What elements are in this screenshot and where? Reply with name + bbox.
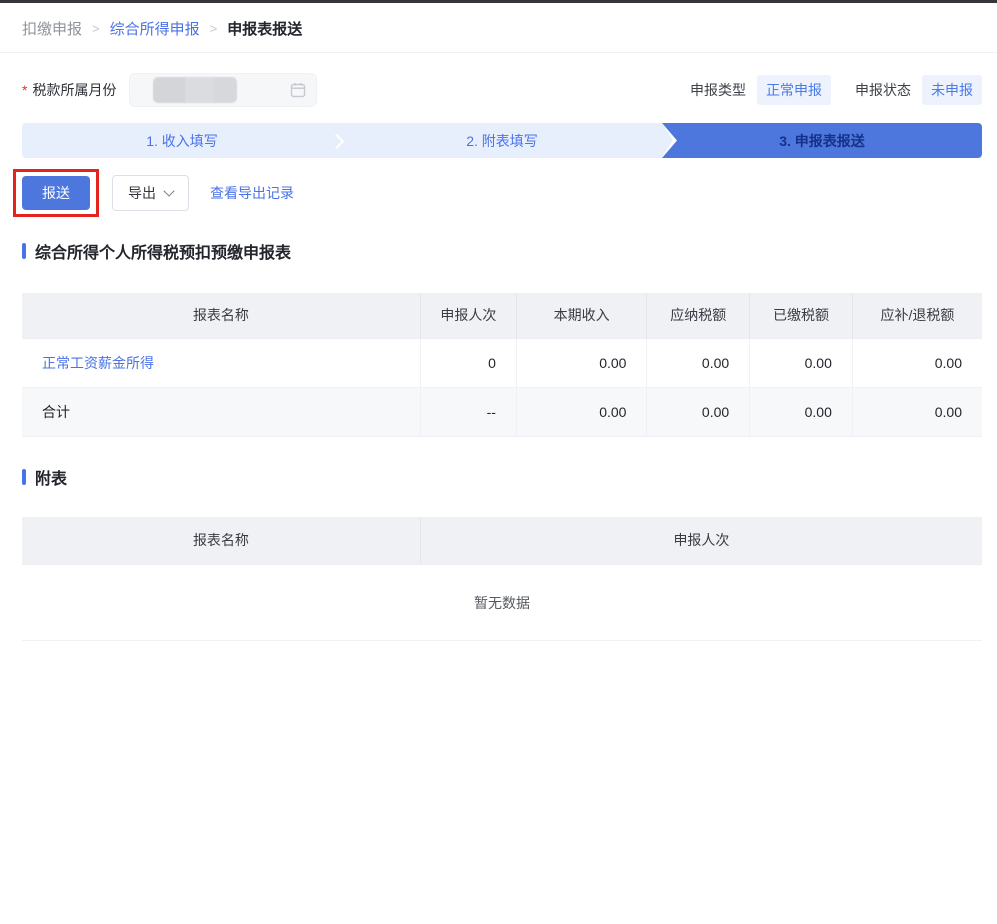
main-table-title-text: 综合所得个人所得税预扣预缴申报表 bbox=[35, 245, 292, 262]
col-declared-persons: 申报人次 bbox=[420, 516, 982, 565]
main-declaration-table: 报表名称 申报人次 本期收入 应纳税额 已缴税额 应补/退税额 正常工资薪金所得… bbox=[22, 293, 982, 437]
sub-table-wrap: 报表名称 申报人次 暂无数据 bbox=[22, 516, 982, 641]
breadcrumb-separator-icon: > bbox=[92, 21, 100, 36]
section-accent-bar bbox=[22, 243, 26, 259]
declare-status-badge: 未申报 bbox=[922, 75, 982, 105]
annotation-highlight-box: 报送 bbox=[13, 169, 99, 217]
cell-tax-due-refund: 0.00 bbox=[852, 338, 982, 388]
sub-table-header-row: 报表名称 申报人次 bbox=[22, 516, 982, 565]
chevron-down-icon bbox=[163, 185, 175, 197]
col-current-income: 本期收入 bbox=[516, 293, 648, 339]
breadcrumb: 扣缴申报 > 综合所得申报 > 申报表报送 bbox=[0, 3, 997, 52]
calendar-icon[interactable] bbox=[290, 82, 306, 98]
col-tax-due-refund: 应补/退税额 bbox=[852, 293, 982, 339]
total-tax-due-refund: 0.00 bbox=[852, 387, 982, 437]
breadcrumb-item-comprehensive-income[interactable]: 综合所得申报 bbox=[110, 18, 200, 39]
view-export-records-link[interactable]: 查看导出记录 bbox=[210, 183, 294, 203]
main-content: * 税款所属月份 申报类型 正常申报 申报状态 未申报 1. 收入填写 2. 附… bbox=[0, 73, 997, 641]
col-tax-paid: 已缴税额 bbox=[749, 293, 853, 339]
total-label: 合计 bbox=[22, 387, 421, 437]
breadcrumb-separator-icon: > bbox=[209, 21, 218, 36]
section-accent-bar bbox=[22, 468, 26, 485]
step-2-schedule-entry[interactable]: 2. 附表填写 bbox=[342, 123, 673, 158]
step-wizard: 1. 收入填写 2. 附表填写 3. 申报表报送 bbox=[22, 123, 982, 158]
col-tax-payable: 应纳税额 bbox=[646, 293, 751, 339]
step-1-label: 1. 收入填写 bbox=[146, 132, 218, 149]
cell-tax-payable: 0.00 bbox=[646, 338, 751, 388]
tax-month-input[interactable] bbox=[129, 73, 318, 107]
tax-month-label: 税款所属月份 bbox=[32, 82, 117, 98]
empty-state-text: 暂无数据 bbox=[22, 564, 982, 641]
toolbar: 报送 导出 查看导出记录 bbox=[13, 169, 982, 217]
table-total-row: 合计 -- 0.00 0.00 0.00 0.00 bbox=[22, 387, 982, 437]
total-declared-persons: -- bbox=[420, 387, 517, 437]
schedule-table: 报表名称 申报人次 暂无数据 bbox=[22, 516, 982, 641]
export-button[interactable]: 导出 bbox=[112, 175, 189, 211]
step-3-submit-return[interactable]: 3. 申报表报送 bbox=[662, 123, 982, 158]
cell-current-income: 0.00 bbox=[516, 338, 648, 388]
total-tax-payable: 0.00 bbox=[646, 387, 751, 437]
declare-status-label: 申报状态 bbox=[855, 82, 911, 98]
col-declared-persons: 申报人次 bbox=[420, 293, 517, 339]
table-row: 正常工资薪金所得 0 0.00 0.00 0.00 0.00 bbox=[22, 338, 982, 388]
main-table-header-row: 报表名称 申报人次 本期收入 应纳税额 已缴税额 应补/退税额 bbox=[22, 293, 982, 339]
breadcrumb-item-current: 申报表报送 bbox=[227, 21, 303, 38]
total-current-income: 0.00 bbox=[516, 387, 648, 437]
total-tax-paid: 0.00 bbox=[749, 387, 853, 437]
empty-state-row: 暂无数据 bbox=[22, 564, 982, 641]
breadcrumb-item-withholding[interactable]: 扣缴申报 bbox=[22, 18, 82, 39]
export-button-label: 导出 bbox=[128, 185, 156, 201]
step-3-label: 3. 申报表报送 bbox=[779, 132, 865, 149]
main-table-section-title: 综合所得个人所得税预扣预缴申报表 bbox=[22, 239, 982, 263]
declare-type-label: 申报类型 bbox=[690, 82, 746, 98]
required-mark: * bbox=[22, 82, 28, 98]
declare-type-badge: 正常申报 bbox=[757, 75, 831, 105]
submit-button[interactable]: 报送 bbox=[22, 176, 90, 210]
cell-declared-persons: 0 bbox=[420, 338, 517, 388]
col-report-name: 报表名称 bbox=[22, 293, 421, 339]
tax-month-field: * 税款所属月份 bbox=[22, 73, 318, 107]
status-group: 申报类型 正常申报 申报状态 未申报 bbox=[690, 75, 982, 105]
header-divider bbox=[0, 52, 997, 53]
cell-tax-paid: 0.00 bbox=[749, 338, 853, 388]
report-normal-salary-link[interactable]: 正常工资薪金所得 bbox=[42, 355, 154, 371]
sub-table-title-text: 附表 bbox=[35, 470, 68, 488]
filter-row: * 税款所属月份 申报类型 正常申报 申报状态 未申报 bbox=[22, 73, 982, 107]
col-report-name: 报表名称 bbox=[22, 516, 421, 565]
step-1-income-entry[interactable]: 1. 收入填写 bbox=[22, 123, 342, 158]
redacted-month-value bbox=[153, 77, 238, 103]
page: 扣缴申报 > 综合所得申报 > 申报表报送 * 税款所属月份 申报类型 正常申报… bbox=[0, 0, 997, 641]
step-2-label: 2. 附表填写 bbox=[466, 132, 538, 149]
sub-table-section-title: 附表 bbox=[22, 465, 982, 489]
